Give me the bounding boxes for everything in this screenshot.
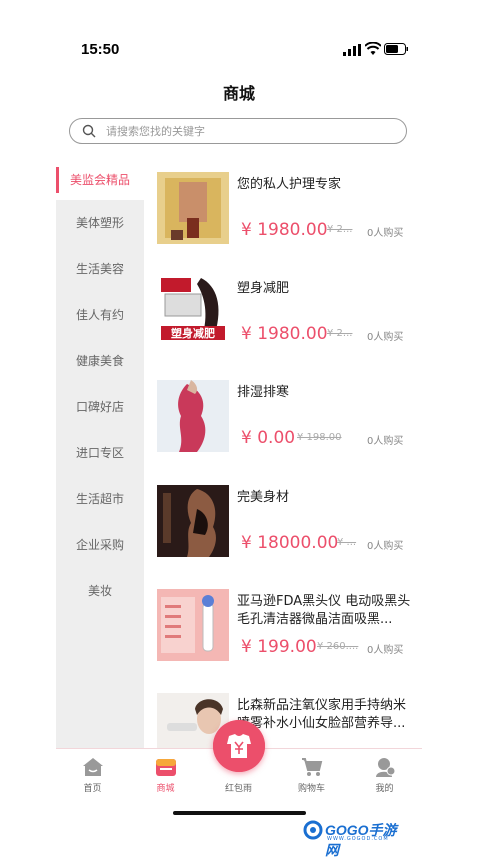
- sidebar-item-label: 美妆: [87, 584, 112, 598]
- red-packet-icon: [213, 720, 265, 772]
- sidebar-item-label: 企业采购: [75, 538, 124, 552]
- product-price: ¥ 1980.00: [241, 324, 328, 344]
- tab-label: 红包雨: [224, 784, 252, 794]
- product-name: 完美身材: [237, 490, 290, 505]
- user-icon: [376, 758, 396, 777]
- watermark-subtext: WWW.GOGOD.COM: [327, 836, 389, 842]
- product-thumbnail: [157, 172, 229, 244]
- search-input[interactable]: [106, 121, 386, 141]
- sidebar-item-meijianhui[interactable]: 美监会精品: [56, 160, 144, 200]
- category-sidebar: 美监会精品 美体塑形 生活美容 佳人有约 健康美食 口碑好店 进口专区 生活超市…: [56, 160, 144, 750]
- battery-icon: [384, 43, 408, 55]
- product-item[interactable]: 您的私人护理专家 ¥ 1980.00 ¥ 2... 0人购买: [157, 172, 422, 244]
- sidebar-item-label: 进口专区: [75, 446, 124, 460]
- product-price: ¥ 1980.00: [241, 220, 328, 240]
- product-price: ¥ 18000.00: [241, 533, 339, 553]
- tab-label: 首页: [83, 784, 102, 794]
- product-name: 亚马逊FDA黑头仪 电动吸黑头毛孔清洁器微晶洁面吸黑...: [237, 594, 411, 627]
- tab-home[interactable]: 首页: [56, 749, 129, 799]
- product-name: 排湿排寒: [237, 385, 290, 400]
- sidebar-item-life-beauty[interactable]: 生活美容: [56, 249, 144, 289]
- status-bar: 15:50: [0, 0, 478, 60]
- cart-icon: [302, 758, 323, 776]
- product-item[interactable]: 完美身材 ¥ 18000.00 ¥ ... 0人购买: [157, 485, 422, 557]
- product-price: ¥ 199.00: [241, 637, 317, 657]
- tab-mall[interactable]: 商城: [129, 749, 202, 799]
- status-time: 15:50: [81, 41, 120, 58]
- product-original-price: ¥ 2...: [327, 224, 353, 235]
- product-original-price: ¥ 2...: [327, 328, 353, 339]
- product-item[interactable]: 亚马逊FDA黑头仪 电动吸黑头毛孔清洁器微晶洁面吸黑... ¥ 199.00 ¥…: [157, 589, 422, 661]
- tab-me[interactable]: 我的: [348, 749, 421, 799]
- product-sold-count: 0人购买: [367, 228, 404, 239]
- mall-icon: [156, 759, 176, 776]
- product-thumbnail: 塑身减肥: [157, 276, 229, 348]
- signal-icon: [343, 44, 361, 56]
- product-original-price: ¥ ...: [337, 537, 357, 548]
- sidebar-item-imports[interactable]: 进口专区: [56, 433, 144, 473]
- product-sold-count: 0人购买: [367, 332, 404, 343]
- tab-label: 商城: [156, 784, 175, 794]
- sidebar-item-healthy-food[interactable]: 健康美食: [56, 341, 144, 381]
- product-item[interactable]: 排湿排寒 ¥ 0.00 ¥ 198.00 0人购买: [157, 380, 422, 452]
- product-name: 塑身减肥: [237, 281, 290, 296]
- sidebar-item-good-shops[interactable]: 口碑好店: [56, 387, 144, 427]
- search-icon: [82, 124, 96, 138]
- product-sold-count: 0人购买: [367, 645, 404, 656]
- product-thumbnail: [157, 589, 229, 661]
- product-sold-count: 0人购买: [367, 436, 404, 447]
- tab-label: 我的: [375, 784, 394, 794]
- product-original-price: ¥ 260....: [317, 641, 359, 652]
- tab-label: 购物车: [297, 784, 325, 794]
- sidebar-item-label: 美监会精品: [69, 173, 130, 187]
- sidebar-item-makeup[interactable]: 美妆: [56, 571, 144, 611]
- sidebar-item-beauty-date[interactable]: 佳人有约: [56, 295, 144, 335]
- page-title: 商城: [222, 84, 255, 103]
- watermark: GOGO手游网 WWW.GOGOD.COM: [303, 818, 403, 858]
- home-indicator: [173, 811, 306, 815]
- sidebar-item-label: 佳人有约: [75, 308, 124, 322]
- product-item[interactable]: 塑身减肥 塑身减肥 ¥ 1980.00 ¥ 2... 0人购买: [157, 276, 422, 348]
- home-icon: [83, 758, 103, 776]
- product-price: ¥ 0.00: [241, 428, 296, 448]
- wifi-icon: [365, 42, 381, 55]
- sidebar-item-body-shaping[interactable]: 美体塑形: [56, 203, 144, 243]
- search-bar[interactable]: [69, 118, 407, 144]
- sidebar-item-label: 美体塑形: [75, 216, 124, 230]
- red-packet-button[interactable]: [213, 720, 265, 772]
- sidebar-item-label: 生活超市: [75, 492, 124, 506]
- sidebar-item-supermarket[interactable]: 生活超市: [56, 479, 144, 519]
- sidebar-item-label: 健康美食: [75, 354, 124, 368]
- product-item[interactable]: 比森新品注氧仪家用手持纳米喷雾补水小仙女脸部营养导...: [157, 693, 422, 748]
- sidebar-item-label: 口碑好店: [75, 400, 124, 414]
- sidebar-item-label: 生活美容: [75, 262, 124, 276]
- product-thumbnail: [157, 380, 229, 452]
- product-original-price: ¥ 198.00: [297, 432, 342, 443]
- product-name: 您的私人护理专家: [237, 177, 342, 192]
- thumbnail-text: 塑身减肥: [171, 326, 215, 340]
- product-thumbnail: [157, 485, 229, 557]
- tab-cart[interactable]: 购物车: [275, 749, 348, 799]
- sidebar-item-enterprise[interactable]: 企业采购: [56, 525, 144, 565]
- product-sold-count: 0人购买: [367, 541, 404, 552]
- watermark-logo-icon: [303, 820, 323, 840]
